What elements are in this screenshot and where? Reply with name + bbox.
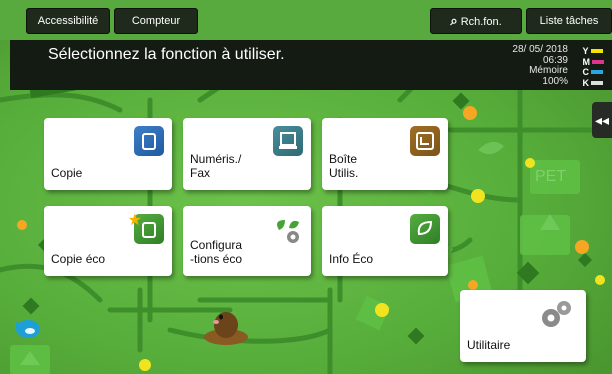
toner-letter: Y [582,46,589,56]
toner-level-bar [592,59,604,64]
job-list-button[interactable]: Liste tâches [526,8,612,34]
copy-label: Copie [51,166,83,180]
copy-tile[interactable]: Copie [44,118,172,190]
gear-icon [538,298,574,332]
eco-config-tile[interactable]: Configura -tions éco [183,206,311,276]
mole-icon [204,312,248,345]
toner-level-bar [590,49,603,54]
scan-fax-label-line1: Numéris./ [190,152,242,166]
svg-text:PET: PET [535,168,566,185]
eco-config-label-line1: Configura [190,238,243,252]
counter-button[interactable]: Compteur [114,8,198,34]
toner-row: M [582,56,604,68]
toner-letter: M [582,56,591,67]
search-icon: ⌕ [450,13,458,28]
user-box-tile[interactable]: Boîte Utilis. [322,118,448,190]
toner-row: Y [583,46,605,57]
user-box-icon [410,126,440,156]
toner-row: K [583,78,605,89]
scan-fax-tile[interactable]: Numéris./ Fax [183,118,311,190]
scan-fax-label-line2: Fax [190,166,211,180]
eco-config-label-line2: -tions éco [190,252,243,266]
status-date: 28/ 05/ 2018 [512,44,568,55]
eco-info-label: Info Éco [329,252,374,266]
copy-icon [134,126,164,156]
instruction-message: Sélectionnez la fonction à utiliser. [48,46,285,63]
star-icon: ★ [127,212,142,229]
sprout-gear-icon [271,214,301,244]
utility-label: Utilitaire [467,338,511,352]
utility-tile[interactable]: Utilitaire [460,290,586,362]
search-function-button[interactable]: ⌕ Rch.fon. [430,8,522,34]
panel-screen: PET Accessibilité Compteur ⌕ Rch.fon. Li… [0,0,612,374]
eco-config-label: Configura -tions éco [190,238,242,266]
toner-level-bar [591,80,603,85]
search-function-label: Rch.fon. [460,16,502,28]
toner-level-bar [591,70,603,75]
eco-info-tile[interactable]: Info Éco [322,206,448,276]
memory-value: 100% [542,75,568,87]
scan-fax-icon [273,126,303,156]
user-box-label-line2: Utilis. [329,166,359,180]
status-info: 28/ 05/ 2018 06:39 Mémoire 100% [512,44,568,87]
leaf-icon [410,214,440,244]
message-bar: Sélectionnez la fonction à utiliser. 28/… [10,40,612,90]
accessibility-button[interactable]: Accessibilité [26,8,110,34]
toner-row: C [583,67,605,78]
toner-letter: K [582,77,590,88]
toner-levels: YMCK [582,46,605,89]
eco-copy-label: Copie éco [51,252,106,266]
user-box-label-line1: Boîte [329,152,358,166]
memory-label: Mémoire [529,65,568,76]
side-panel-toggle-button[interactable]: ◂◂ [592,102,612,138]
bird-icon-small [16,320,40,338]
user-box-label: Boîte Utilis. [329,152,358,180]
scan-fax-label: Numéris./ Fax [190,152,241,180]
toner-letter: C [582,67,590,77]
top-bar: Accessibilité Compteur ⌕ Rch.fon. Liste … [0,0,612,40]
eco-copy-tile[interactable]: ★ Copie éco [44,206,172,276]
